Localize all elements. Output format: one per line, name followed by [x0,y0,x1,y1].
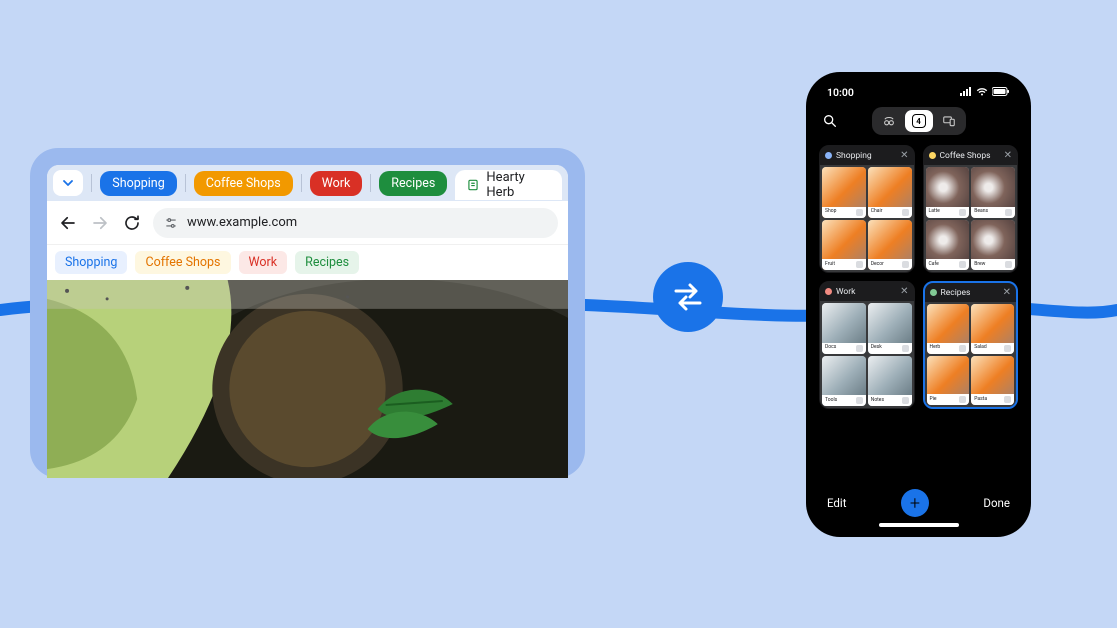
tab-group-recipes[interactable]: Recipes [379,171,447,196]
active-tab-title: Hearty Herb [486,170,552,200]
tab-thumbnail[interactable]: Docs [822,303,866,354]
tab-group-shopping[interactable]: Shopping [100,171,176,196]
status-time: 10:00 [827,86,854,99]
bookmark-recipes[interactable]: Recipes [295,251,359,274]
page-content [47,280,568,478]
tab-thumbnail[interactable]: Fruit [822,220,866,271]
separator [301,174,302,192]
tab-thumbnail[interactable]: Herb [927,304,970,354]
tab-thumbnail[interactable]: Tools [822,356,866,407]
wifi-icon [976,86,988,99]
tab-strip: Shopping Coffee Shops Work Recipes Heart… [47,165,568,201]
tab-thumbnail[interactable]: Pie [927,356,970,406]
tab-thumbnail[interactable]: Decor [868,220,912,271]
bookmark-coffee-shops[interactable]: Coffee Shops [135,251,230,274]
new-tab-button[interactable]: + [901,489,929,517]
battery-icon [992,86,1010,99]
group-header: Coffee Shops ✕ [924,146,1018,165]
tab-thumbnail[interactable]: Desk [868,303,912,354]
tab-count: 4 [912,114,926,128]
devices-segment[interactable] [935,110,963,132]
group-title: Shopping [836,151,896,161]
tab-thumbnail[interactable]: Shop [822,167,866,218]
site-settings-icon[interactable] [163,215,179,231]
address-bar[interactable]: www.example.com [153,208,558,238]
bookmark-bar: Shopping Coffee Shops Work Recipes [47,245,568,280]
bookmark-shopping[interactable]: Shopping [55,251,127,274]
signal-icon [960,86,972,99]
group-card-work[interactable]: Work ✕ Docs Desk Tools Notes [819,281,915,409]
separator [370,174,371,192]
tab-thumbnail[interactable]: Salad [971,304,1014,354]
group-header: Work ✕ [820,282,914,301]
address-text: www.example.com [187,215,297,230]
active-tab[interactable]: Hearty Herb [455,170,562,200]
tab-group-work[interactable]: Work [310,171,363,196]
group-title: Coffee Shops [940,151,1000,161]
tab-groups-grid: Shopping ✕ Shop Chair Fruit Decor Coffee… [817,145,1020,409]
done-button[interactable]: Done [983,496,1010,510]
close-group-button[interactable]: ✕ [1003,287,1011,298]
group-card-shopping[interactable]: Shopping ✕ Shop Chair Fruit Decor [819,145,915,273]
tab-group-coffee-shops[interactable]: Coffee Shops [194,171,293,196]
group-card-recipes[interactable]: Recipes ✕ Herb Salad Pie Pasta [923,281,1019,409]
sync-icon [653,262,723,332]
edit-button[interactable]: Edit [827,496,846,510]
group-color-dot [929,152,936,159]
close-group-button[interactable]: ✕ [900,150,908,161]
phone-frame: 10:00 4 [806,72,1031,537]
tab-thumbnail[interactable]: Pasta [971,356,1014,406]
group-color-dot [825,152,832,159]
tab-thumbnail[interactable]: Brew [971,220,1015,271]
group-header: Shopping ✕ [820,146,914,165]
group-color-dot [825,288,832,295]
separator [185,174,186,192]
forward-button[interactable] [89,212,111,234]
separator [91,174,92,192]
group-title: Recipes [941,288,999,298]
desktop-browser-card: Shopping Coffee Shops Work Recipes Heart… [30,148,585,478]
tabs-dropdown-button[interactable] [53,170,83,196]
group-color-dot [930,289,937,296]
search-button[interactable] [821,112,839,130]
group-title: Work [836,287,896,297]
bookmark-work[interactable]: Work [239,251,288,274]
browser-window: Shopping Coffee Shops Work Recipes Heart… [47,165,568,478]
tab-thumbnail[interactable]: Latte [926,167,970,218]
recipe-icon [465,177,480,193]
tab-thumbnail[interactable]: Beans [971,167,1015,218]
browser-toolbar: www.example.com [47,201,568,245]
tabs-segment[interactable]: 4 [905,110,933,132]
back-button[interactable] [57,212,79,234]
close-group-button[interactable]: ✕ [1004,150,1012,161]
status-icons [960,86,1010,99]
group-header: Recipes ✕ [925,283,1017,302]
group-card-coffee-shops[interactable]: Coffee Shops ✕ Latte Beans Cafe Brew [923,145,1019,273]
home-indicator[interactable] [879,523,959,527]
incognito-segment[interactable] [875,110,903,132]
close-group-button[interactable]: ✕ [900,286,908,297]
tab-thumbnail[interactable]: Notes [868,356,912,407]
phone-top-row: 4 [817,107,1020,145]
tabs-view-segment: 4 [872,107,966,135]
phone-bottom-bar: Edit + Done [817,483,1020,519]
tab-thumbnail[interactable]: Cafe [926,220,970,271]
tab-thumbnail[interactable]: Chair [868,167,912,218]
status-bar: 10:00 [817,82,1020,107]
reload-button[interactable] [121,212,143,234]
